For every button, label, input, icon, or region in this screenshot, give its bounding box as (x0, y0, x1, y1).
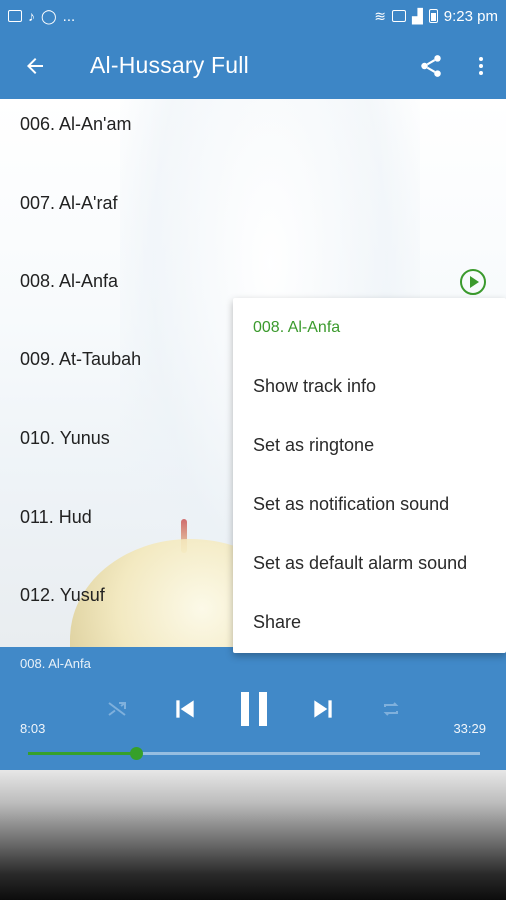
track-label: 006. Al-An'am (20, 114, 132, 134)
back-button[interactable] (0, 32, 70, 99)
sim-icon (392, 10, 407, 22)
track-label: 008. Al-Anfa (20, 271, 119, 291)
status-bar: ♪ ◯ ... ≋ ▟ 9:23 pm (0, 0, 506, 32)
pause-button[interactable] (232, 687, 276, 731)
next-button[interactable] (304, 687, 342, 731)
track-label: 007. Al-A'raf (20, 193, 118, 213)
status-time: 9:23 pm (443, 7, 498, 25)
track-row[interactable]: 006. Al-An'am (0, 99, 506, 164)
context-menu: 008. Al-Anfa Show track info Set as ring… (233, 298, 506, 653)
status-overflow: ... (62, 7, 76, 25)
track-label: 011. Hud (20, 507, 92, 527)
menu-item-set-alarm-sound[interactable]: Set as default alarm sound (233, 534, 506, 593)
previous-button[interactable] (166, 687, 204, 731)
music-note-icon: ♪ (28, 8, 35, 24)
track-label: 009. At-Taubah (20, 349, 142, 369)
status-left: ♪ ◯ ... (8, 8, 75, 25)
battery-icon (428, 9, 438, 23)
player-panel: 008. Al-Anfa 8:03 33:29 (0, 647, 506, 770)
next-icon (314, 700, 332, 718)
whatsapp-icon: ◯ (41, 8, 57, 24)
now-playing-title: 008. Al-Anfa (20, 656, 91, 671)
context-menu-title: 008. Al-Anfa (253, 318, 341, 336)
shuffle-icon (108, 702, 126, 716)
previous-icon (176, 700, 194, 718)
track-row[interactable]: 007. Al-A'raf (0, 164, 506, 243)
share-button[interactable] (406, 32, 456, 99)
page-title: Al-Hussary Full (90, 52, 249, 78)
app-bar: Al-Hussary Full (0, 32, 506, 99)
menu-item-share[interactable]: Share (233, 593, 506, 652)
signal-icon: ▟ (412, 8, 423, 24)
repeat-button[interactable] (374, 687, 408, 731)
arrow-left-icon (27, 57, 43, 74)
elapsed-time: 8:03 (20, 721, 46, 736)
menu-item-set-ringtone[interactable]: Set as ringtone (233, 416, 506, 475)
menu-item-set-notification-sound[interactable]: Set as notification sound (233, 475, 506, 534)
more-options-button[interactable] (456, 32, 506, 99)
shuffle-button[interactable] (100, 687, 134, 731)
more-vert-icon (479, 56, 483, 75)
repeat-icon (383, 702, 399, 716)
image-icon (8, 10, 22, 22)
share-icon (421, 54, 441, 77)
seek-bar-thumb[interactable] (130, 747, 144, 760)
track-label: 012. Yusuf (20, 585, 105, 605)
play-circle-icon[interactable] (460, 268, 486, 295)
status-right: ≋ ▟ 9:23 pm (374, 8, 498, 25)
seek-bar-fill (28, 752, 137, 755)
seek-bar[interactable] (28, 747, 480, 760)
wifi-icon: ≋ (374, 8, 387, 24)
total-duration: 33:29 (453, 721, 486, 736)
menu-item-show-track-info[interactable]: Show track info (233, 357, 506, 416)
bottom-background-image (0, 770, 506, 900)
pause-icon (241, 692, 267, 726)
track-label: 010. Yunus (20, 428, 110, 448)
